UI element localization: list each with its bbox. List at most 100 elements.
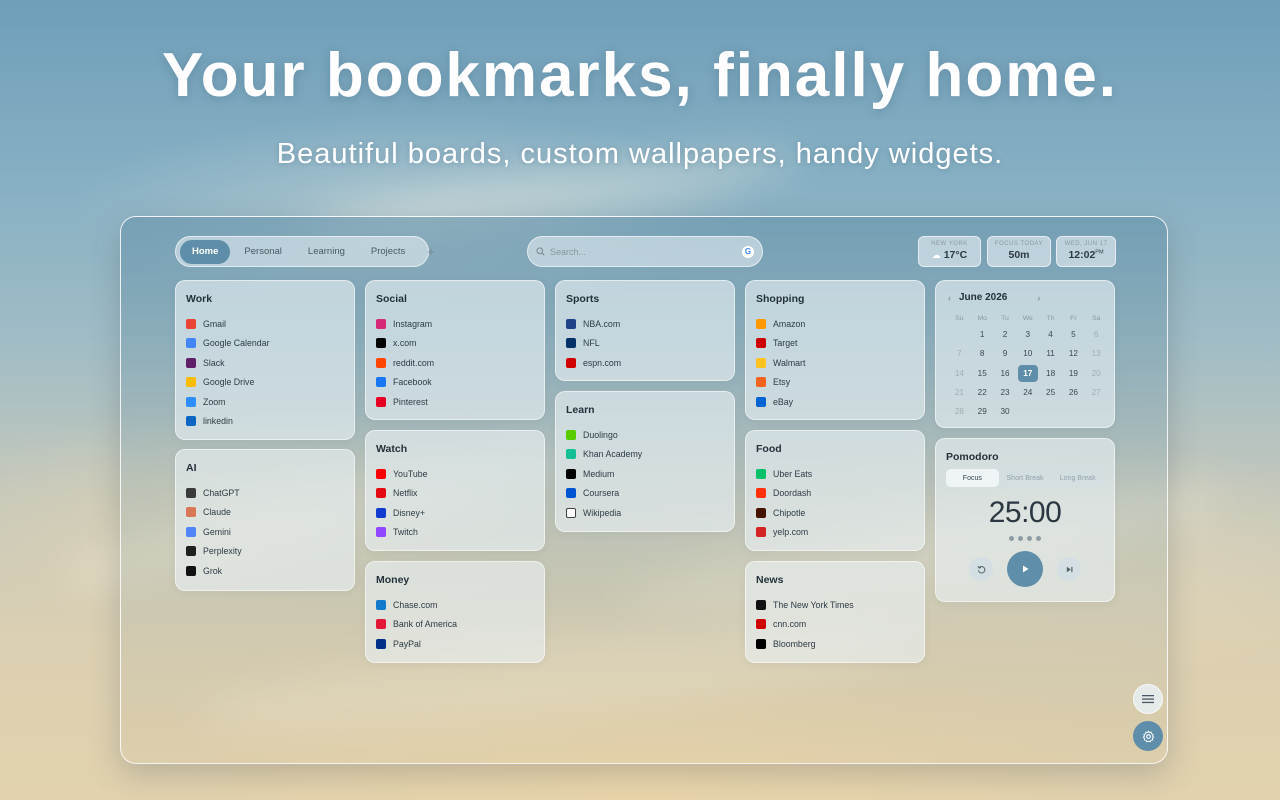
bookmark-link[interactable]: Amazon xyxy=(756,314,914,334)
calendar-day[interactable]: 4 xyxy=(1039,325,1062,344)
calendar-day[interactable]: 19 xyxy=(1062,364,1085,383)
reset-button[interactable] xyxy=(969,557,993,581)
pomodoro-mode-focus[interactable]: Focus xyxy=(946,469,999,487)
calendar-day[interactable]: 23 xyxy=(994,383,1017,402)
calendar-day[interactable]: 18 xyxy=(1039,364,1062,383)
calendar-day[interactable]: 21 xyxy=(948,383,971,402)
calendar-day[interactable]: 16 xyxy=(994,364,1017,383)
bookmark-link[interactable]: Zoom xyxy=(186,392,344,412)
nyt-icon xyxy=(756,599,766,610)
calendar-day[interactable]: 13 xyxy=(1085,344,1108,363)
calendar-day[interactable]: 29 xyxy=(971,402,994,421)
calendar-day[interactable]: 30 xyxy=(994,402,1017,421)
bookmark-link[interactable]: Instagram xyxy=(376,314,534,334)
bookmark-link[interactable]: Medium xyxy=(566,464,724,484)
bookmark-link[interactable]: Twitch xyxy=(376,523,534,543)
calendar-day[interactable]: 27 xyxy=(1085,383,1108,402)
calendar-next-button[interactable]: › xyxy=(1037,293,1040,303)
bookmark-link[interactable]: Chase.com xyxy=(376,595,534,615)
bookmark-link[interactable]: x.com xyxy=(376,334,534,354)
calendar-day[interactable]: 17 xyxy=(1016,364,1039,383)
bookmark-link[interactable]: Bloomberg xyxy=(756,634,914,654)
pomodoro-mode-long-break[interactable]: Long Break xyxy=(1051,469,1104,487)
bookmark-link[interactable]: Pinterest xyxy=(376,392,534,412)
calendar-day[interactable]: 11 xyxy=(1039,344,1062,363)
bookmark-link[interactable]: linkedin xyxy=(186,412,344,432)
bookmark-link[interactable]: Netflix xyxy=(376,484,534,504)
bookmark-label: Bank of America xyxy=(393,619,458,630)
clock-widget[interactable]: WED, JUN 17 12:02PM xyxy=(1056,236,1116,267)
pomodoro-title: Pomodoro xyxy=(946,451,999,463)
bookmark-link[interactable]: reddit.com xyxy=(376,353,534,373)
bookmark-link[interactable]: Etsy xyxy=(756,373,914,393)
calendar-day[interactable]: 12 xyxy=(1062,344,1085,363)
bookmark-link[interactable]: eBay xyxy=(756,392,914,412)
bookmark-link[interactable]: Duolingo xyxy=(566,425,724,445)
bookmark-link[interactable]: Facebook xyxy=(376,373,534,393)
bookmark-link[interactable]: Google Calendar xyxy=(186,334,344,354)
calendar-day[interactable]: 20 xyxy=(1085,364,1108,383)
bookmark-link[interactable]: yelp.com xyxy=(756,523,914,543)
calendar-day[interactable]: 9 xyxy=(994,344,1017,363)
calendar-day[interactable]: 22 xyxy=(971,383,994,402)
calendar-day[interactable]: 24 xyxy=(1016,383,1039,402)
menu-button[interactable] xyxy=(1133,684,1163,714)
bookmark-label: Target xyxy=(773,338,798,349)
calendar-prev-button[interactable]: ‹ xyxy=(948,293,951,303)
bookmark-link[interactable]: Uber Eats xyxy=(756,464,914,484)
calendar-day[interactable]: 5 xyxy=(1062,325,1085,344)
bookmark-link[interactable]: Disney+ xyxy=(376,503,534,523)
skip-button[interactable] xyxy=(1057,557,1081,581)
calendar-day[interactable]: 3 xyxy=(1016,325,1039,344)
bookmark-link[interactable]: Walmart xyxy=(756,353,914,373)
bookmark-link[interactable]: Gemini xyxy=(186,522,344,542)
bookmark-link[interactable]: Grok xyxy=(186,561,344,581)
bookmark-link[interactable]: The New York Times xyxy=(756,595,914,615)
tab-personal[interactable]: Personal xyxy=(232,240,294,264)
calendar-day[interactable]: 26 xyxy=(1062,383,1085,402)
bookmark-label: Chipotle xyxy=(773,507,806,518)
bookmark-link[interactable]: cnn.com xyxy=(756,615,914,635)
bookmark-link[interactable]: Bank of America xyxy=(376,615,534,635)
settings-button[interactable] xyxy=(1133,721,1163,751)
bookmark-link[interactable]: NFL xyxy=(566,334,724,354)
tab-projects[interactable]: Projects xyxy=(359,240,417,264)
bookmark-link[interactable]: NBA.com xyxy=(566,314,724,334)
bookmark-link[interactable]: YouTube xyxy=(376,464,534,484)
calendar-day[interactable]: 28 xyxy=(948,402,971,421)
weather-widget[interactable]: NEW YORK ☁ 17°C xyxy=(918,236,981,267)
calendar-day[interactable]: 8 xyxy=(971,344,994,363)
bookmark-link[interactable]: Chipotle xyxy=(756,503,914,523)
calendar-day[interactable]: 25 xyxy=(1039,383,1062,402)
bookmark-link[interactable]: Perplexity xyxy=(186,542,344,562)
calendar-day[interactable]: 10 xyxy=(1016,344,1039,363)
calendar-day[interactable]: 15 xyxy=(971,364,994,383)
bookmark-link[interactable]: PayPal xyxy=(376,634,534,654)
calendar-day[interactable]: 14 xyxy=(948,364,971,383)
add-tab-button[interactable]: + xyxy=(419,240,443,264)
medium-icon xyxy=(566,468,576,479)
calendar-day[interactable]: 1 xyxy=(971,325,994,344)
pomodoro-mode-short-break[interactable]: Short Break xyxy=(999,469,1052,487)
bookmark-link[interactable]: Coursera xyxy=(566,484,724,504)
bookmark-link[interactable]: espn.com xyxy=(566,353,724,373)
bookmark-link[interactable]: Claude xyxy=(186,503,344,523)
bookmark-link[interactable]: Khan Academy xyxy=(566,445,724,465)
focus-widget[interactable]: FOCUS TODAY 50m xyxy=(987,236,1051,267)
bookmark-link[interactable]: Google Drive xyxy=(186,373,344,393)
bookmark-link[interactable]: Wikipedia xyxy=(566,503,724,523)
bookmark-link[interactable]: Doordash xyxy=(756,484,914,504)
calendar-day[interactable]: 7 xyxy=(948,344,971,363)
bookmark-link[interactable]: Target xyxy=(756,334,914,354)
calendar-day[interactable]: 6 xyxy=(1085,325,1108,344)
bookmark-link[interactable]: ChatGPT xyxy=(186,483,344,503)
search-input[interactable] xyxy=(550,246,742,257)
tab-learning[interactable]: Learning xyxy=(296,240,357,264)
bookmark-link[interactable]: Slack xyxy=(186,353,344,373)
google-icon[interactable]: G xyxy=(742,245,754,258)
tab-home[interactable]: Home xyxy=(180,239,231,264)
bookmark-link[interactable]: Gmail xyxy=(186,314,344,334)
play-button[interactable] xyxy=(1007,551,1043,587)
calendar-day[interactable]: 2 xyxy=(994,325,1017,344)
calendar-day-number: 17 xyxy=(1017,364,1038,382)
